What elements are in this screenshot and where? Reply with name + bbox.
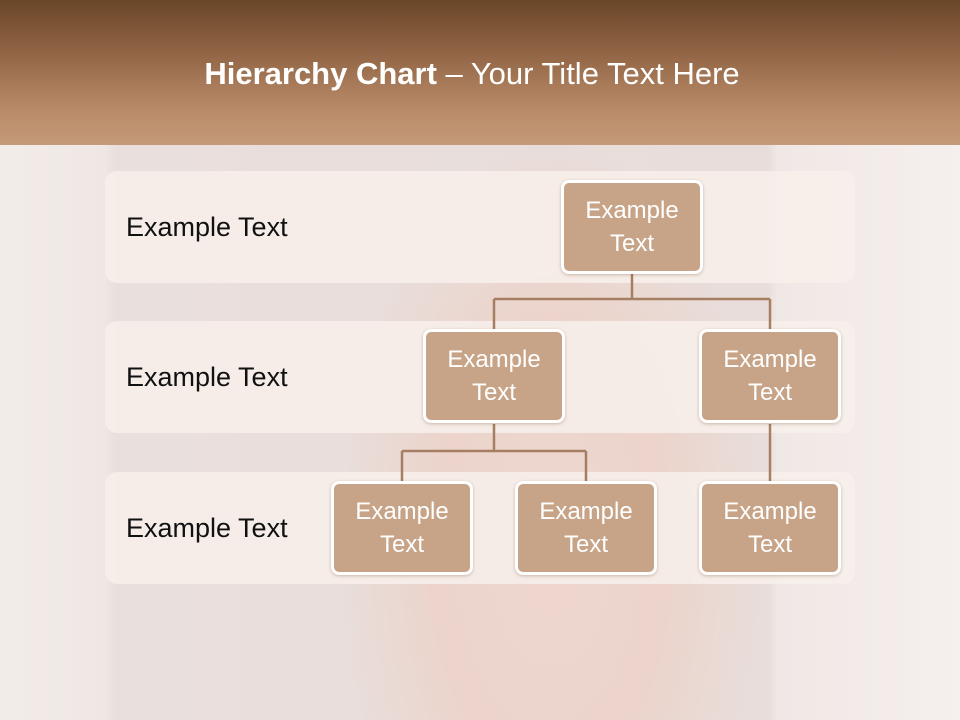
node-leaf-2-line2: Text	[563, 531, 608, 558]
node-leaf-1: Example Text	[331, 481, 473, 575]
node-mid-left-line2: Text	[471, 379, 516, 406]
node-leaf-3-line2: Text	[747, 531, 792, 558]
node-root: Example Text	[561, 180, 703, 274]
node-mid-right: Example Text	[699, 329, 841, 423]
node-leaf-3-line1: Example	[723, 498, 817, 525]
node-root-line2: Text	[609, 230, 654, 257]
node-leaf-1-line1: Example	[355, 498, 449, 525]
node-leaf-3: Example Text	[699, 481, 841, 575]
node-leaf-2-line1: Example	[539, 498, 633, 525]
node-root-line1: Example	[585, 197, 679, 224]
node-mid-right-line2: Text	[747, 379, 792, 406]
node-mid-right-line1: Example	[723, 346, 817, 373]
node-leaf-1-line2: Text	[379, 531, 424, 558]
node-mid-left-line1: Example	[447, 346, 541, 373]
node-mid-left: Example Text	[423, 329, 565, 423]
node-leaf-2: Example Text	[515, 481, 657, 575]
